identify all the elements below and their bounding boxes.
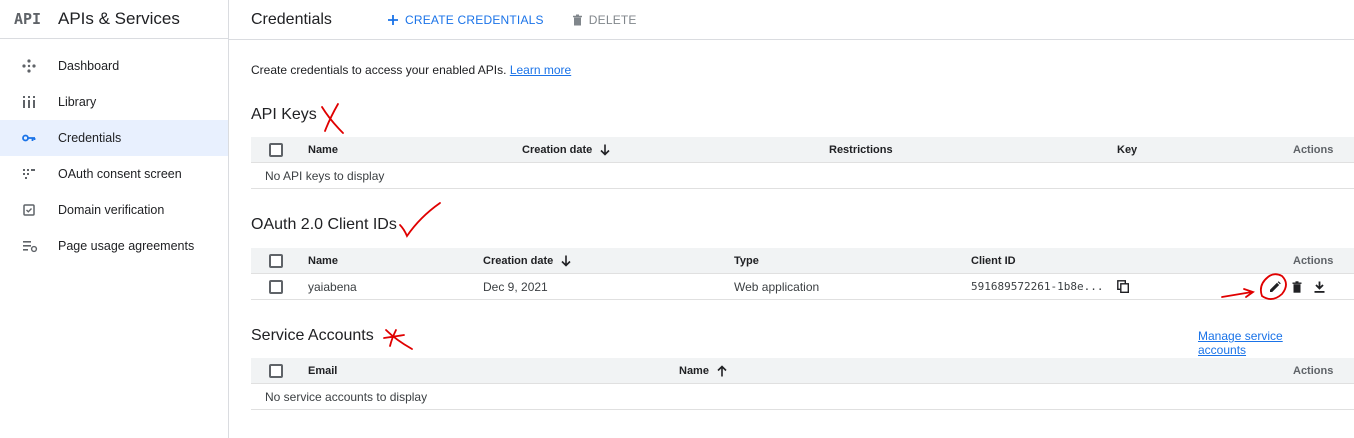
column-label: Creation date — [483, 254, 554, 267]
table-header: Name Creation date Restrictions Key Acti… — [251, 137, 1354, 163]
empty-message: No API keys to display — [265, 168, 385, 183]
check-mark — [399, 202, 441, 238]
empty-row: No service accounts to display — [251, 384, 1354, 410]
select-all-checkbox[interactable] — [269, 253, 283, 268]
delete-button[interactable]: DELETE — [572, 13, 637, 27]
sidebar-item-label: Dashboard — [58, 59, 120, 73]
row-checkbox[interactable] — [269, 279, 283, 294]
manage-service-accounts-link[interactable]: Manage service accounts — [1198, 329, 1331, 357]
column-client-id: Client ID — [971, 254, 1016, 267]
column-name[interactable]: Name — [308, 248, 338, 273]
api-keys-title: API Keys — [251, 106, 317, 123]
sidebar-item-oauth-consent[interactable]: OAuth consent screen — [0, 156, 228, 192]
column-restrictions: Restrictions — [829, 143, 893, 156]
sidebar-item-label: Credentials — [58, 131, 122, 145]
learn-more-link[interactable]: Learn more — [510, 63, 571, 77]
sidebar-item-label: Library — [58, 95, 97, 109]
service-accounts-title: Service Accounts — [251, 327, 374, 344]
cross-mark — [383, 329, 413, 350]
copy-icon[interactable] — [1117, 274, 1129, 299]
arrow-down-icon — [600, 144, 610, 156]
service-accounts-table: Email Name Actions No service accounts t… — [251, 358, 1354, 410]
sidebar-item-page-usage[interactable]: Page usage agreements — [0, 228, 228, 264]
key-icon — [22, 133, 58, 143]
settings-list-icon — [22, 239, 58, 253]
intro-label: Create credentials to access your enable… — [251, 63, 507, 77]
column-name[interactable]: Name — [308, 137, 338, 162]
sidebar-item-credentials[interactable]: Credentials — [0, 120, 228, 156]
dashboard-icon — [22, 59, 58, 73]
column-creation-date[interactable]: Creation date — [522, 137, 610, 162]
page-title: Credentials — [251, 10, 332, 28]
column-creation-date[interactable]: Creation date — [483, 248, 571, 273]
edit-icon[interactable] — [1269, 274, 1281, 299]
delete-label: DELETE — [588, 12, 637, 27]
sidebar: API APIs & Services Dashboard Library Cr… — [0, 0, 229, 438]
arrow-down-icon — [561, 255, 571, 267]
select-all-checkbox[interactable] — [269, 363, 283, 378]
top-bar: Credentials CREATE CREDENTIALS DELETE — [229, 0, 1354, 40]
client-id-value: 591689572261-1b8e... — [971, 280, 1104, 293]
create-credentials-button[interactable]: CREATE CREDENTIALS — [387, 13, 544, 27]
create-credentials-label: CREATE CREDENTIALS — [405, 12, 544, 27]
sidebar-item-label: OAuth consent screen — [58, 167, 182, 181]
plus-icon — [388, 14, 398, 25]
consent-icon — [22, 167, 58, 181]
api-logo[interactable]: API — [14, 10, 58, 28]
sidebar-item-label: Domain verification — [58, 203, 165, 217]
column-label: Creation date — [522, 143, 593, 156]
intro-text: Create credentials to access your enable… — [251, 63, 571, 77]
checkbox-icon — [22, 203, 58, 217]
client-name[interactable]: yaiabena — [308, 274, 357, 299]
oauth-title: OAuth 2.0 Client IDs — [251, 216, 397, 233]
oauth-table: Name Creation date Type Client ID Action… — [251, 248, 1354, 300]
library-icon — [22, 95, 58, 109]
table-header: Name Creation date Type Client ID Action… — [251, 248, 1354, 274]
delete-icon[interactable] — [1292, 274, 1302, 299]
empty-row: No API keys to display — [251, 163, 1354, 189]
download-icon[interactable] — [1314, 274, 1325, 299]
api-keys-table: Name Creation date Restrictions Key Acti… — [251, 137, 1354, 189]
sidebar-item-library[interactable]: Library — [0, 84, 228, 120]
column-label: Name — [679, 364, 709, 377]
sidebar-item-dashboard[interactable]: Dashboard — [0, 48, 228, 84]
column-key: Key — [1117, 143, 1138, 156]
table-row[interactable]: yaiabena Dec 9, 2021 Web application 591… — [251, 274, 1354, 300]
sidebar-item-domain-verification[interactable]: Domain verification — [0, 192, 228, 228]
column-actions: Actions — [1293, 254, 1334, 267]
table-header: Email Name Actions — [251, 358, 1354, 384]
app-title[interactable]: APIs & Services — [58, 9, 180, 29]
cross-mark — [321, 103, 344, 134]
column-actions: Actions — [1293, 364, 1334, 377]
client-type: Web application — [734, 279, 820, 294]
brand-header: API APIs & Services — [0, 0, 228, 39]
column-email[interactable]: Email — [308, 358, 337, 383]
empty-message: No service accounts to display — [265, 389, 428, 404]
select-all-checkbox[interactable] — [269, 142, 283, 157]
trash-icon — [572, 14, 582, 25]
sidebar-item-label: Page usage agreements — [58, 239, 195, 253]
column-name[interactable]: Name — [679, 358, 727, 383]
sidebar-nav: Dashboard Library Credentials OAuth cons… — [0, 39, 228, 264]
arrow-up-icon — [717, 364, 727, 377]
column-type[interactable]: Type — [734, 248, 759, 273]
client-creation-date: Dec 9, 2021 — [483, 279, 548, 294]
column-actions: Actions — [1293, 143, 1334, 156]
